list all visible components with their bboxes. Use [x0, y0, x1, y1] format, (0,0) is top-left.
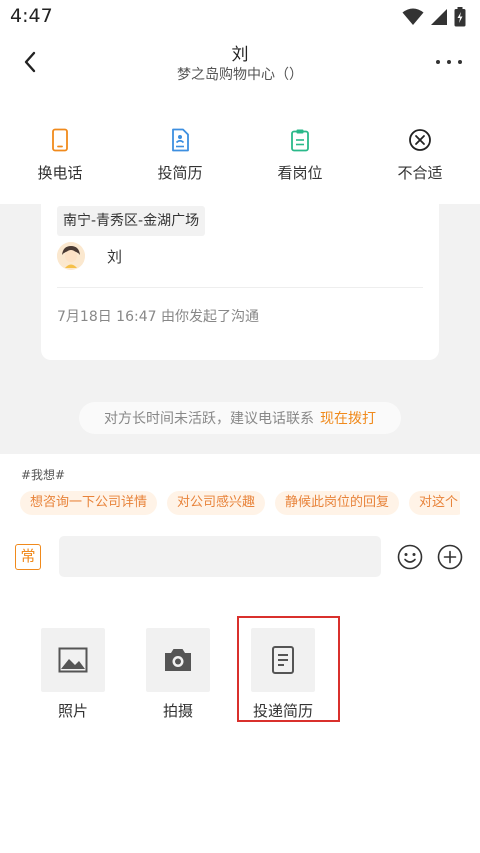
status-icons [402, 7, 466, 27]
close-circle-icon [408, 128, 432, 152]
status-bar: 4:47 [0, 0, 480, 34]
exchange-phone-label: 换电话 [37, 164, 83, 182]
image-icon [58, 647, 88, 673]
battery-icon [454, 7, 466, 27]
camera-icon [165, 649, 191, 671]
chat-header: 刘 梦之岛购物中心（） [0, 34, 480, 98]
suggestion-chip[interactable]: 对这个 [409, 491, 460, 515]
contact-row: 刘 [57, 236, 122, 276]
view-position-button[interactable]: 看岗位 [240, 98, 360, 204]
camera-tool-button[interactable]: 拍摄 [146, 628, 210, 721]
highlight-frame [237, 616, 340, 722]
wifi-icon [402, 8, 424, 25]
quick-actions-bar: 换电话 投简历 看岗位 不合适 [0, 98, 480, 204]
suggestion-chip[interactable]: 对公司感兴趣 [167, 491, 266, 515]
view-position-label: 看岗位 [277, 164, 323, 182]
photo-tool-button[interactable]: 照片 [41, 628, 105, 721]
send-resume-button[interactable]: 投简历 [120, 98, 240, 204]
clipboard-icon [288, 128, 312, 152]
not-suitable-label: 不合适 [397, 164, 443, 182]
chat-area[interactable]: 南宁-青秀区-金湖广场 刘 7月18日 16:47 由你发起了沟通 对方长时间未… [0, 204, 480, 454]
message-input-row: 常 [0, 532, 480, 582]
status-time: 4:47 [10, 5, 53, 27]
notice-text: 对方长时间未活跃，建议电话联系 [104, 411, 314, 427]
photo-tool-box [41, 628, 105, 692]
more-icon [436, 60, 462, 64]
camera-tool-box [146, 628, 210, 692]
tool-panel: 照片 拍摄 投递简历 [0, 598, 480, 853]
not-suitable-button[interactable]: 不合适 [360, 98, 480, 204]
avatar [57, 242, 85, 270]
suggestion-chip[interactable]: 想咨询一下公司详情 [20, 491, 158, 515]
plus-icon[interactable] [437, 544, 463, 570]
camera-tool-label: 拍摄 [162, 702, 193, 720]
signal-icon [431, 9, 447, 25]
hashtag-label: #我想# [21, 468, 66, 482]
message-input[interactable] [59, 536, 381, 577]
phone-icon [48, 128, 72, 152]
page-title: 刘 [231, 45, 249, 65]
more-button[interactable] [432, 48, 466, 76]
resume-icon [168, 128, 192, 152]
chat-timestamp: 7月18日 16:47 由你发起了沟通 [57, 309, 259, 325]
common-phrases-button[interactable]: 常 [15, 544, 41, 570]
card-divider [57, 287, 423, 288]
send-resume-label: 投简历 [157, 164, 203, 182]
inactive-notice: 对方长时间未活跃，建议电话联系 现在拨打 [79, 402, 401, 434]
photo-tool-label: 照片 [57, 702, 88, 720]
exchange-phone-button[interactable]: 换电话 [0, 98, 120, 204]
contact-name: 刘 [107, 247, 123, 266]
suggestion-chip[interactable]: 静候此岗位的回复 [275, 491, 400, 515]
location-tag: 南宁-青秀区-金湖广场 [57, 206, 206, 236]
emoji-icon[interactable] [397, 544, 423, 570]
page-subtitle: 梦之岛购物中心（） [177, 67, 303, 83]
job-card[interactable]: 南宁-青秀区-金湖广场 刘 7月18日 16:47 由你发起了沟通 [41, 204, 439, 360]
call-now-link[interactable]: 现在拨打 [320, 408, 376, 428]
suggestion-chips: 想咨询一下公司详情 对公司感兴趣 静候此岗位的回复 对这个 [20, 491, 460, 517]
